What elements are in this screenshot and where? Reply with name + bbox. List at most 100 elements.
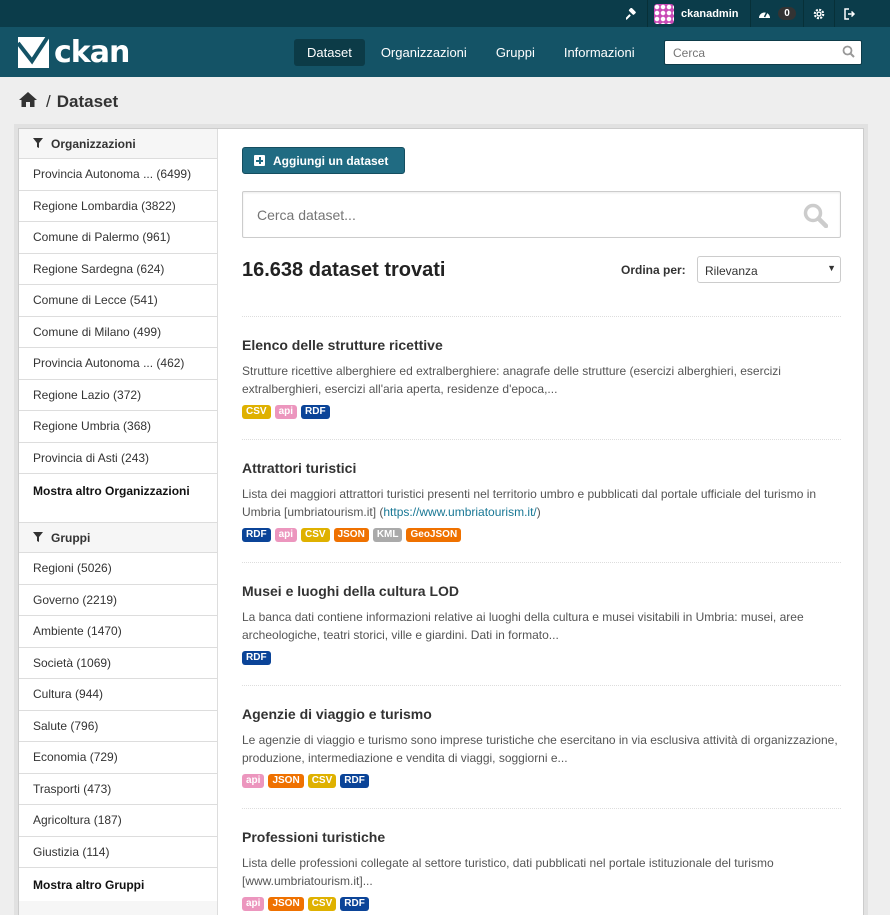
format-label[interactable]: CSV — [242, 405, 271, 419]
dataset-search-input[interactable] — [243, 192, 763, 237]
format-label[interactable]: JSON — [268, 897, 304, 911]
nav-organizations[interactable]: Organizzazioni — [368, 39, 480, 66]
dataset-notes-text: ) — [536, 505, 541, 519]
sort-value: Rilevanza — [705, 264, 758, 278]
sort-select[interactable]: Rilevanza ▼ — [697, 256, 841, 283]
format-label[interactable]: RDF — [340, 897, 369, 911]
facet-item-group[interactable]: Ambiente (1470) — [19, 616, 217, 648]
dataset-title-link[interactable]: Agenzie di viaggio e turismo — [242, 706, 432, 722]
facet-item-group[interactable]: Trasporti (473) — [19, 774, 217, 805]
facet-list-organizations: Provincia Autonoma ... (6499) Regione Lom… — [19, 159, 217, 474]
dataset-item: Elenco delle strutture ricettive Struttur… — [242, 316, 841, 439]
results-count: 16.638 dataset trovati — [242, 259, 446, 281]
facet-spacer — [19, 507, 217, 523]
logout-button[interactable] — [835, 0, 865, 27]
show-more-groups[interactable]: Mostra altro Gruppi — [19, 868, 217, 901]
format-label[interactable]: KML — [372, 528, 403, 542]
activity-count-badge: 0 — [778, 7, 796, 20]
facet-item-group[interactable]: Salute (796) — [19, 711, 217, 742]
account-masthead: ckanadmin 0 — [0, 0, 890, 27]
facet-item-group[interactable]: Giustizia (114) — [19, 837, 217, 868]
caret-down-icon: ▼ — [827, 263, 836, 273]
facet-title-label: Organizzazioni — [51, 136, 136, 151]
facet-item-group[interactable]: Economia (729) — [19, 742, 217, 774]
dataset-title-link[interactable]: Attrattori turistici — [242, 460, 356, 476]
nav-dataset[interactable]: Dataset — [294, 39, 365, 66]
search-icon[interactable] — [803, 203, 829, 231]
facet-item-group[interactable]: Cultura (944) — [19, 679, 217, 711]
dataset-title-link[interactable]: Musei e luoghi della cultura LOD — [242, 583, 459, 599]
format-list: RDF api CSV JSON KML GeoJSON — [242, 528, 465, 542]
facet-item-organization[interactable]: Regione Sardegna (624) — [19, 254, 217, 285]
sysadmin-button[interactable] — [617, 0, 647, 27]
format-list: api JSON CSV RDF — [242, 897, 373, 911]
format-label[interactable]: JSON — [268, 774, 304, 788]
format-label[interactable]: RDF — [340, 774, 369, 788]
user-profile-link[interactable]: ckanadmin — [648, 0, 750, 27]
logo-text: ckan — [54, 34, 130, 70]
facet-title-groups: Gruppi — [19, 523, 217, 553]
add-dataset-button[interactable]: Aggiungi un dataset — [242, 147, 405, 174]
facet-item-organization[interactable]: Provincia di Asti (243) — [19, 443, 217, 474]
format-label[interactable]: CSV — [301, 528, 330, 542]
plus-square-icon — [254, 155, 265, 166]
facet-item-organization[interactable]: Regione Lombardia (3822) — [19, 191, 217, 222]
facet-item-organization[interactable]: Comune di Milano (499) — [19, 317, 217, 348]
dataset-title-link[interactable]: Professioni turistiche — [242, 829, 385, 845]
format-list: api JSON CSV RDF — [242, 774, 373, 788]
show-more-organizations[interactable]: Mostra altro Organizzazioni — [19, 474, 217, 507]
dataset-notes-text: Le agenzie di viaggio e turismo sono imp… — [242, 733, 838, 765]
format-label[interactable]: api — [242, 774, 265, 788]
dashboard-button[interactable]: 0 — [751, 0, 803, 27]
facet-item-organization[interactable]: Comune di Lecce (541) — [19, 285, 217, 317]
facet-item-organization[interactable]: Comune di Palermo (961) — [19, 222, 217, 254]
facet-item-group[interactable]: Governo (2219) — [19, 585, 217, 616]
home-icon[interactable] — [18, 91, 38, 113]
nav-about[interactable]: Informazioni — [551, 39, 648, 66]
site-search-input[interactable] — [665, 41, 835, 64]
dataset-item: Agenzie di viaggio e turismo Le agenzie d… — [242, 685, 841, 808]
dataset-notes: La banca dati contiene informazioni rela… — [242, 608, 838, 644]
dataset-notes: Lista dei maggiori attrattori turistici … — [242, 485, 838, 521]
format-label[interactable]: JSON — [333, 528, 369, 542]
dataset-item: Professioni turistiche Lista delle profes… — [242, 808, 841, 915]
breadcrumb-current[interactable]: Dataset — [57, 92, 118, 112]
format-label[interactable]: api — [274, 405, 298, 419]
format-label[interactable]: GeoJSON — [406, 528, 462, 542]
content-wrapper: Organizzazioni Provincia Autonoma ... (6… — [18, 128, 864, 915]
dataset-notes-text: Lista delle professioni collegate al set… — [242, 856, 774, 888]
format-label[interactable]: api — [242, 897, 265, 911]
dataset-search — [242, 191, 841, 238]
facet-item-organization[interactable]: Provincia Autonoma ... (6499) — [19, 159, 217, 191]
facet-item-group[interactable]: Regioni (5026) — [19, 553, 217, 585]
dataset-notes: Strutture ricettive alberghiere ed extra… — [242, 362, 838, 398]
masthead: ckan Dataset Organizzazioni Gruppi Infor… — [0, 27, 890, 77]
facet-item-group[interactable]: Società (1069) — [19, 648, 217, 679]
facet-item-organization[interactable]: Regione Umbria (368) — [19, 411, 217, 443]
dataset-title-link[interactable]: Elenco delle strutture ricettive — [242, 337, 443, 353]
format-list: CSV api RDF — [242, 405, 334, 419]
facet-item-group[interactable]: Agricoltura (187) — [19, 805, 217, 837]
facet-sidebar: Organizzazioni Provincia Autonoma ... (6… — [19, 129, 218, 915]
dataset-list: Elenco delle strutture ricettive Struttur… — [242, 316, 841, 915]
avatar — [654, 3, 674, 24]
search-icon[interactable] — [842, 45, 855, 61]
facet-item-organization[interactable]: Regione Lazio (372) — [19, 380, 217, 411]
format-label[interactable]: RDF — [242, 651, 271, 665]
facet-title-label: Gruppi — [51, 530, 91, 545]
facet-item-organization[interactable]: Provincia Autonoma ... (462) — [19, 348, 217, 380]
gear-icon — [813, 8, 825, 19]
format-label[interactable]: RDF — [301, 405, 330, 419]
format-label[interactable]: RDF — [242, 528, 271, 542]
format-label[interactable]: CSV — [307, 774, 337, 788]
logo-icon — [18, 36, 49, 68]
nav-groups[interactable]: Gruppi — [483, 39, 548, 66]
ckan-logo[interactable]: ckan — [18, 34, 130, 70]
add-dataset-label: Aggiungi un dataset — [273, 153, 389, 168]
settings-button[interactable] — [804, 0, 834, 27]
username: ckanadmin — [681, 7, 739, 20]
dataset-notes-link[interactable]: https://www.umbriatourism.it/ — [383, 505, 536, 519]
format-label[interactable]: api — [274, 528, 298, 542]
format-list: RDF — [242, 651, 275, 665]
format-label[interactable]: CSV — [307, 897, 337, 911]
